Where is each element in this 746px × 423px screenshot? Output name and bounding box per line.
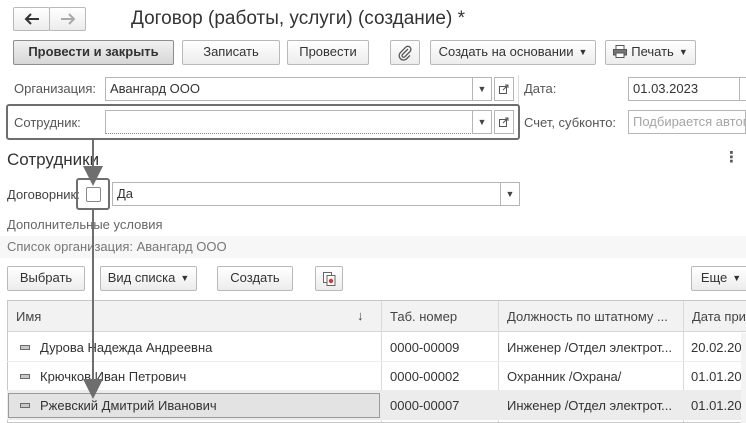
- create-based-on-label: Создать на основании: [438, 44, 574, 59]
- chevron-down-icon: ▼: [180, 273, 190, 283]
- date-label: Дата:: [524, 81, 557, 96]
- employee-label: Сотрудник:: [14, 115, 81, 130]
- list-view-label: Вид списка: [107, 270, 176, 285]
- contractor-dropdown-button[interactable]: ▼: [500, 182, 520, 206]
- create-based-on-button[interactable]: Создать на основании ▼: [430, 40, 596, 65]
- list-org-text: Список организация: Авангард ООО: [7, 239, 227, 254]
- chevron-down-icon: ▼: [678, 47, 688, 57]
- row-name: Ржевский Дмитрий Иванович: [40, 398, 217, 413]
- employee-icon: [20, 374, 30, 379]
- row-hire-date: 20.02.2023: [691, 340, 746, 355]
- back-arrow-icon: [24, 13, 39, 25]
- open-icon: [499, 117, 509, 127]
- more-actions-icon[interactable]: ⋮: [724, 150, 739, 165]
- table-row[interactable]: Дурова Надежда Андреевна 0000-00009 Инже…: [7, 333, 746, 362]
- organization-label: Организация:: [14, 81, 97, 96]
- additional-conditions-link[interactable]: Дополнительные условия: [7, 217, 163, 232]
- save-button[interactable]: Записать: [182, 40, 280, 65]
- forward-arrow-icon: [60, 13, 75, 25]
- organization-open-button[interactable]: [494, 77, 514, 101]
- window-title: Договор (работы, услуги) (создание) *: [131, 8, 465, 29]
- row-position: Инженер /Отдел электрот...: [507, 398, 673, 413]
- employee-icon: [20, 345, 30, 350]
- column-header-name[interactable]: Имя: [8, 301, 381, 332]
- table-row[interactable]: Крючков Иван Петрович 0000-00002 Охранни…: [7, 362, 746, 391]
- organization-input[interactable]: Авангард ООО: [105, 77, 473, 101]
- date-input[interactable]: 01.03.2023: [628, 77, 740, 101]
- row-tab-number: 0000-00009: [390, 340, 460, 355]
- open-icon: [499, 84, 509, 94]
- printer-icon: [613, 45, 628, 58]
- employee-open-button[interactable]: [494, 110, 514, 134]
- contractor-select[interactable]: Да: [112, 182, 501, 206]
- post-button[interactable]: Провести: [287, 40, 369, 65]
- row-name: Крючков Иван Петрович: [40, 369, 187, 384]
- row-name: Дурова Надежда Андреевна: [40, 340, 213, 355]
- print-button[interactable]: Печать ▼: [605, 40, 696, 65]
- copy-document-icon: [322, 272, 335, 286]
- table-row-selected[interactable]: Ржевский Дмитрий Иванович 0000-00007 Инж…: [7, 391, 746, 420]
- sort-indicator-icon: ↓: [357, 308, 364, 323]
- chevron-down-icon: ▼: [578, 47, 588, 57]
- account-label: Счет, субконто:: [524, 115, 617, 130]
- chevron-down-icon: ▼: [732, 273, 742, 283]
- calendar-button[interactable]: [739, 77, 746, 101]
- column-header-name-label: Имя: [16, 309, 42, 324]
- organization-dropdown-button[interactable]: ▼: [472, 77, 492, 101]
- list-view-button[interactable]: Вид списка ▼: [100, 266, 197, 291]
- picker-title: Сотрудники: [7, 150, 100, 169]
- row-tab-number: 0000-00007: [390, 398, 460, 413]
- employee-icon: [20, 403, 30, 408]
- contractor-checkbox[interactable]: [86, 187, 101, 202]
- print-label: Печать: [631, 44, 674, 59]
- employee-input[interactable]: [105, 110, 473, 134]
- contractor-label: Договорник:: [7, 187, 80, 202]
- post-and-close-button[interactable]: Провести и закрыть: [13, 40, 174, 65]
- back-button[interactable]: [13, 7, 50, 31]
- more-label: Еще: [700, 270, 728, 285]
- row-hire-date: 01.01.2023: [691, 398, 746, 413]
- create-button[interactable]: Создать: [217, 266, 293, 291]
- column-header-hire-date[interactable]: Дата при: [684, 301, 746, 332]
- account-input[interactable]: Подбирается автом: [628, 110, 746, 134]
- more-button[interactable]: Еще ▼: [691, 266, 746, 291]
- row-hire-date: 01.01.2023: [691, 369, 746, 384]
- employee-dropdown-button[interactable]: ▼: [472, 110, 492, 134]
- paperclip-icon: [398, 45, 412, 61]
- account-placeholder: Подбирается автом: [633, 114, 746, 129]
- forward-button[interactable]: [49, 7, 86, 31]
- row-tab-number: 0000-00002: [390, 369, 460, 384]
- attach-button[interactable]: [390, 40, 420, 65]
- row-position: Охранник /Охрана/: [507, 369, 622, 384]
- table-right-scroll-edge: [741, 333, 746, 423]
- row-position: Инженер /Отдел электрот...: [507, 340, 673, 355]
- column-header-position[interactable]: Должность по штатному ...: [499, 301, 683, 332]
- select-button[interactable]: Выбрать: [7, 266, 85, 291]
- copy-button[interactable]: [315, 266, 343, 291]
- column-header-tab-number[interactable]: Таб. номер: [382, 301, 498, 332]
